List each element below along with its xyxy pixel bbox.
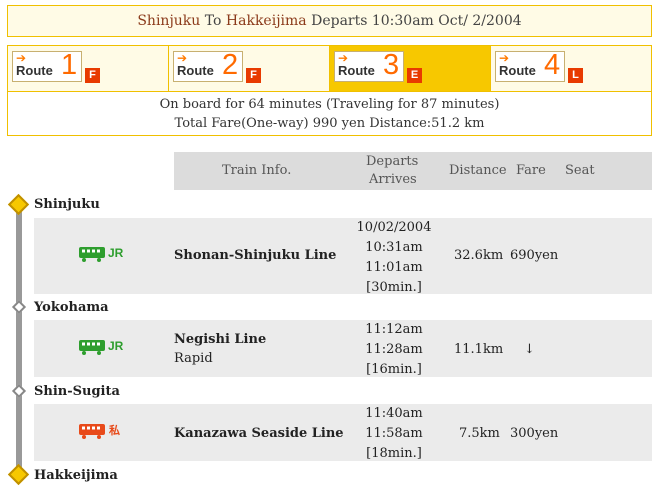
col-arrives: Arrives xyxy=(369,172,417,187)
origin-marker-icon xyxy=(7,193,30,216)
route-4-label-box: ➔ Route 4 xyxy=(495,49,565,82)
route-badge: F xyxy=(85,68,100,83)
segment-distance: 11.1km xyxy=(454,342,504,357)
station-yokohama[interactable]: Yokohama xyxy=(34,300,109,315)
duration: [16min.] xyxy=(366,362,422,377)
to-word: To xyxy=(204,13,222,29)
route-badge: F xyxy=(246,68,261,83)
segment-times: 11:12am 11:28am [16min.] xyxy=(344,320,444,380)
search-summary-header: Shinjuku To Hakkeijima Departs 10:30am O… xyxy=(7,5,652,37)
tab-route-4[interactable]: ➔ Route 4 L xyxy=(491,46,651,91)
svg-text:私: 私 xyxy=(109,423,120,437)
arrive-time: 11:58am xyxy=(365,426,423,441)
route-number: 2 xyxy=(222,49,239,81)
fare-continued-arrow-icon: ↓ xyxy=(524,342,535,357)
transfer-marker-icon xyxy=(11,299,27,315)
segment-times: 10/02/2004 10:31am 11:01am [30min.] xyxy=(344,218,444,298)
duration: [30min.] xyxy=(366,280,422,295)
tab-route-2[interactable]: ➔ Route 2 F xyxy=(169,46,330,91)
col-departs: Departs xyxy=(366,154,419,169)
route-badge: E xyxy=(407,68,422,83)
depart-time: 11:40am xyxy=(365,406,423,421)
train-line-name[interactable]: Shonan-Shinjuku Line xyxy=(174,248,336,263)
route-label: Route xyxy=(338,63,375,78)
route-tabs: ➔ Route 1 F ➔ Route 2 F ➔ Route 3 E ➔ Ro… xyxy=(7,45,652,92)
jr-train-icon: JR xyxy=(79,339,124,355)
col-seat: Seat xyxy=(565,163,595,178)
train-line-name[interactable]: Kanazawa Seaside Line xyxy=(174,426,344,441)
duration: [18min.] xyxy=(366,446,422,461)
route-3-label-box: ➔ Route 3 xyxy=(334,49,404,82)
depart-time: 11:12am xyxy=(365,322,423,337)
travel-time-summary: On board for 64 minutes (Traveling for 8… xyxy=(159,97,500,112)
jr-train-icon: JR xyxy=(79,246,124,262)
segment-times: 11:40am 11:58am [18min.] xyxy=(344,404,444,464)
origin-station: Shinjuku xyxy=(137,13,201,29)
route-number: 1 xyxy=(61,49,78,81)
route-label: Route xyxy=(499,63,536,78)
fare-distance-summary: Total Fare(One-way) 990 yen Distance:51.… xyxy=(174,116,485,131)
route-label: Route xyxy=(177,63,214,78)
train-line-name[interactable]: Negishi Line xyxy=(174,332,266,347)
departure-datetime: Departs 10:30am Oct/ 2/2004 xyxy=(311,13,522,29)
tab-route-3[interactable]: ➔ Route 3 E xyxy=(330,46,491,91)
segment-row: JR Negishi Line Rapid 11:12am 11:28am [1… xyxy=(34,320,652,377)
segment-table-header: Train Info. Departs Arrives Distance Far… xyxy=(174,152,652,190)
destination-marker-icon xyxy=(7,463,30,486)
route-1-label-box: ➔ Route 1 xyxy=(12,49,82,82)
depart-time: 10:31am xyxy=(365,240,423,255)
segment-distance: 7.5km xyxy=(459,426,500,441)
station-shin-sugita[interactable]: Shin-Sugita xyxy=(34,384,120,399)
station-hakkeijima[interactable]: Hakkeijima xyxy=(34,468,118,483)
segment-row: 私 Kanazawa Seaside Line 11:40am 11:58am … xyxy=(34,404,652,461)
transfer-marker-icon xyxy=(11,383,27,399)
segment-fare: 690yen xyxy=(510,248,559,263)
arrive-time: 11:01am xyxy=(365,260,423,275)
col-train-info: Train Info. xyxy=(222,163,292,178)
svg-text:JR: JR xyxy=(108,339,124,353)
col-fare: Fare xyxy=(516,163,546,178)
private-railway-train-icon: 私 xyxy=(79,423,120,439)
travel-date: 10/02/2004 xyxy=(356,220,432,235)
segment-distance: 32.6km xyxy=(454,248,504,263)
route-line xyxy=(16,204,22,476)
route-label: Route xyxy=(16,63,53,78)
arrive-time: 11:28am xyxy=(365,342,423,357)
col-distance: Distance xyxy=(449,163,507,178)
route-number: 4 xyxy=(544,49,561,81)
route-2-label-box: ➔ Route 2 xyxy=(173,49,243,82)
destination-station: Hakkeijima xyxy=(225,13,307,29)
route-summary: On board for 64 minutes (Traveling for 8… xyxy=(7,92,652,136)
route-badge: L xyxy=(568,68,583,83)
service-type: Rapid xyxy=(174,351,213,366)
tab-route-1[interactable]: ➔ Route 1 F xyxy=(8,46,169,91)
svg-text:JR: JR xyxy=(108,246,124,260)
segment-fare: 300yen xyxy=(510,426,559,441)
station-shinjuku[interactable]: Shinjuku xyxy=(34,197,100,212)
segment-row: JR Shonan-Shinjuku Line 10/02/2004 10:31… xyxy=(34,218,652,295)
route-number: 3 xyxy=(383,49,400,81)
